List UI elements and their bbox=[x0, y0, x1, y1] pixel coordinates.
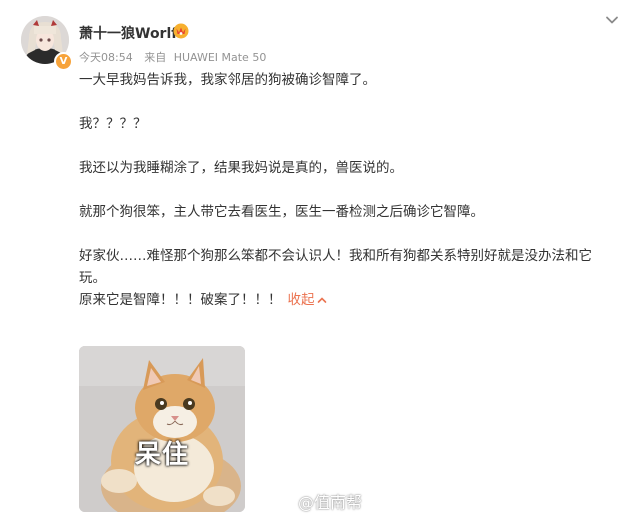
source-label: 来自 bbox=[144, 51, 167, 64]
weibo-logo-icon bbox=[272, 496, 293, 512]
chevron-down-icon[interactable] bbox=[604, 12, 620, 28]
post-image[interactable]: 呆住 bbox=[79, 346, 245, 512]
source-device: HUAWEI Mate 50 bbox=[173, 51, 267, 64]
content-line: 就那个狗很笨，主人带它去看医生，医生一番检测之后确诊它智障。 bbox=[79, 204, 484, 220]
content-line: 好家伙……难怪那个狗那么笨都不会认识人！我和所有狗都关系特别好就是没办法和它玩。 bbox=[79, 248, 592, 286]
content-line: 一大早我妈告诉我，我家邻居的狗被确诊智障了。 bbox=[79, 72, 376, 88]
weibo-post-card: V 萧十一狼Worlf 今天08:54 来自 HUAWEI Mate 50 一大… bbox=[0, 0, 639, 520]
image-caption: 呆住 bbox=[134, 440, 189, 470]
watermark-text: @值南帮 bbox=[298, 493, 363, 512]
post-meta: 今天08:54 来自 HUAWEI Mate 50 bbox=[79, 49, 266, 65]
content-line: 原来它是智障！！！破案了！！！ bbox=[79, 292, 282, 308]
post-time[interactable]: 今天08:54 bbox=[79, 51, 133, 64]
collapse-label: 收起 bbox=[287, 292, 315, 308]
post-content: 一大早我妈告诉我，我家邻居的狗被确诊智障了。 我？？？？ 我还以为我睡糊涂了，结… bbox=[79, 69, 624, 311]
verified-badge-icon: V bbox=[54, 52, 73, 71]
content-line-last: 原来它是智障！！！破案了！！！ 收起 bbox=[79, 289, 624, 311]
orange-cat-photo bbox=[79, 346, 245, 512]
content-line: 我还以为我睡糊涂了，结果我妈说是真的，兽医说的。 bbox=[79, 160, 403, 176]
content-line: 我？？？？ bbox=[79, 116, 147, 132]
vip-member-icon[interactable] bbox=[173, 23, 189, 39]
author-name[interactable]: 萧十一狼Worlf bbox=[79, 23, 177, 43]
collapse-link[interactable]: 收起 bbox=[288, 292, 327, 308]
chevron-up-icon bbox=[317, 297, 326, 303]
watermark: @值南帮 bbox=[272, 489, 362, 513]
